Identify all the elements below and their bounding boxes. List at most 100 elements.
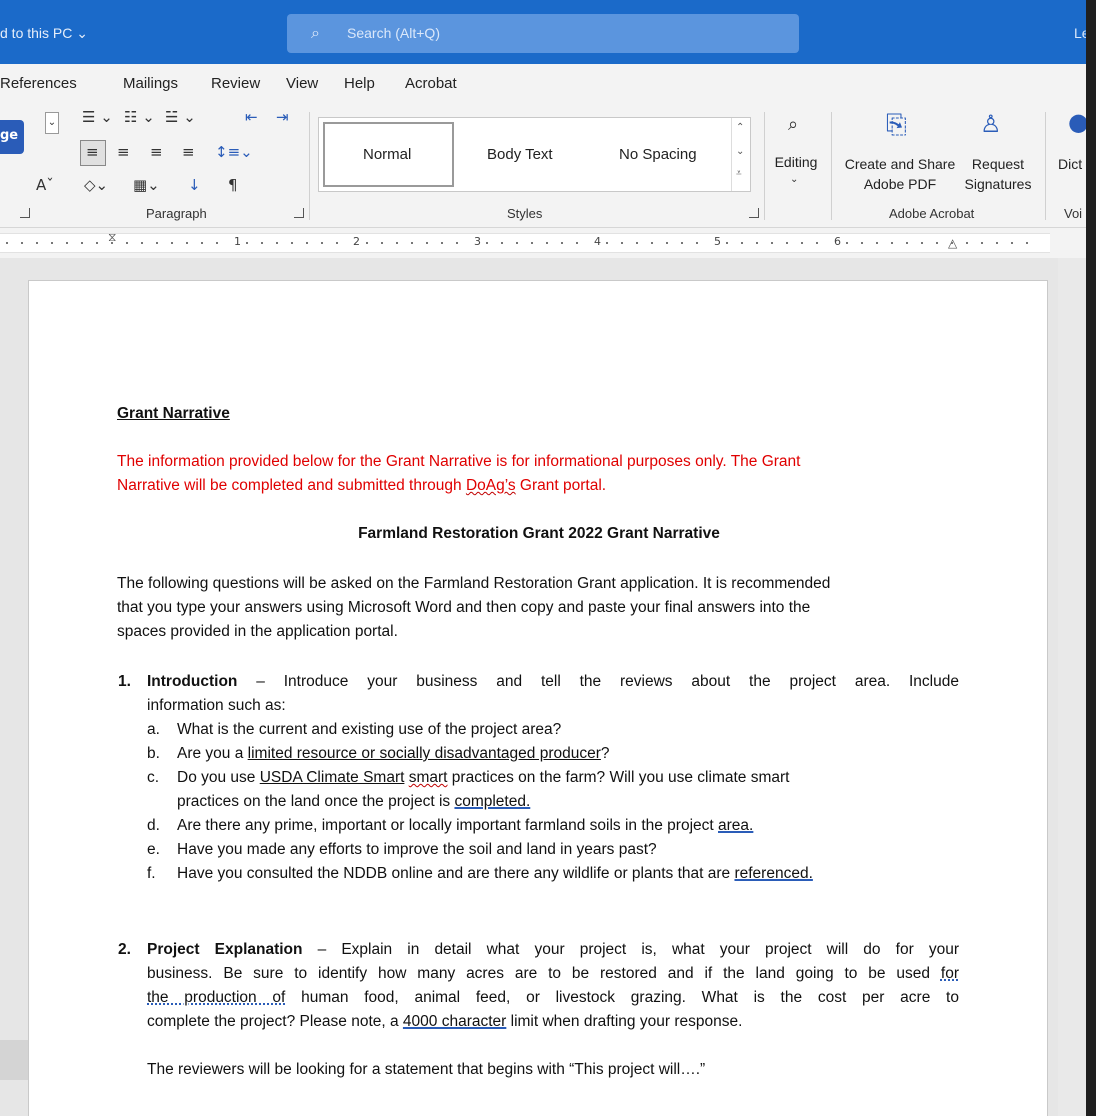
increase-indent-icon[interactable]: ⇥	[276, 108, 289, 126]
editing-search-icon: ⌕	[788, 114, 799, 135]
create-share-line1: Create and Share	[844, 156, 956, 172]
side-popout[interactable]: ge	[0, 120, 24, 154]
align-left-button[interactable]: ≡	[80, 140, 106, 166]
ruler-tick	[756, 242, 758, 244]
ruler-tick	[441, 242, 443, 244]
paragraph-launcher-icon[interactable]	[294, 208, 304, 218]
ruler-number: 4	[594, 235, 601, 248]
ruler-tick	[861, 242, 863, 244]
ruler-tick	[36, 242, 38, 244]
q1-item-a-label: a.	[147, 721, 160, 738]
ruler-tick	[1026, 242, 1028, 244]
q2-line-2: business. Be sure to identify how many a…	[147, 965, 959, 982]
bullets-icon[interactable]: ☰ ⌄	[82, 108, 113, 126]
tab-acrobat[interactable]: Acrobat	[405, 75, 457, 92]
multilevel-list-icon[interactable]: ☱ ⌄	[165, 108, 196, 126]
q1-item-e-label: e.	[147, 841, 160, 858]
ruler[interactable]: ⧖ 1 2 3 4 5 6 △	[0, 228, 1086, 258]
ruler-tick	[621, 242, 623, 244]
tab-review[interactable]: Review	[211, 75, 260, 92]
ruler-tick	[201, 242, 203, 244]
align-right-icon[interactable]: ≡	[150, 143, 163, 161]
q1-item-a: What is the current and existing use of …	[177, 721, 562, 738]
paragraph-group-label: Paragraph	[146, 206, 207, 221]
q1-item-b: Are you a limited resource or socially d…	[177, 745, 610, 762]
limited-resource-link[interactable]: limited resource or socially disadvantag…	[248, 745, 601, 762]
numbering-icon[interactable]: ☷ ⌄	[124, 108, 155, 126]
ruler-tick	[186, 242, 188, 244]
ruler-tick	[291, 242, 293, 244]
ruler-tick	[651, 242, 653, 244]
user-initials[interactable]: Le	[1074, 25, 1086, 41]
tab-help[interactable]: Help	[344, 75, 375, 92]
tab-view[interactable]: View	[286, 75, 318, 92]
tab-mailings[interactable]: Mailings	[123, 75, 178, 92]
sort-icon[interactable]: ↓	[188, 176, 201, 194]
ruler-tick	[891, 242, 893, 244]
styles-down-icon[interactable]: ⌄	[736, 146, 744, 157]
dictate-button[interactable]: Dict	[1058, 154, 1086, 174]
ruler-tick	[486, 242, 488, 244]
ruler-tick	[681, 242, 683, 244]
q1-item-c: Do you use USDA Climate Smart smart prac…	[177, 769, 790, 786]
ruler-tick	[321, 242, 323, 244]
grow-font-icon[interactable]: Aˇ	[36, 176, 54, 194]
line-spacing-icon[interactable]: ↕≡⌄	[215, 143, 253, 161]
q1-number: 1.	[118, 673, 131, 690]
search-box[interactable]: ⌕ Search (Alt+Q)	[287, 14, 799, 53]
q2-line-1: Project Explanation – Explain in detail …	[147, 941, 959, 958]
borders-icon[interactable]: ▦⌄	[133, 176, 160, 194]
ruler-tick	[6, 242, 8, 244]
intro-line-2: that you type your answers using Microso…	[117, 599, 811, 616]
ruler-tick	[966, 242, 968, 244]
create-share-line2: Adobe PDF	[863, 176, 937, 192]
font-launcher-icon[interactable]	[20, 208, 30, 218]
ruler-tick	[921, 242, 923, 244]
styles-more-icon[interactable]: ⩡	[736, 168, 742, 179]
ruler-tick	[906, 242, 908, 244]
show-formatting-icon[interactable]: ¶	[228, 176, 238, 194]
shading-icon[interactable]: ◇⌄	[84, 176, 108, 194]
style-body-text[interactable]: Body Text	[487, 146, 553, 163]
q1-item-b-label: b.	[147, 745, 160, 762]
voice-group-label: Voi	[1064, 206, 1083, 221]
ruler-tick	[696, 242, 698, 244]
styles-up-icon[interactable]: ⌃	[736, 122, 744, 133]
ruler-tick	[171, 242, 173, 244]
style-normal[interactable]: Normal	[363, 146, 411, 163]
save-location-label[interactable]: d to this PC ⌄	[0, 25, 88, 42]
notice-line-1: The information provided below for the G…	[117, 453, 801, 470]
ruler-tick	[501, 242, 503, 244]
q1-line-2: information such as:	[147, 697, 286, 714]
style-no-spacing[interactable]: No Spacing	[619, 146, 697, 163]
vertical-scrollbar[interactable]	[1058, 258, 1086, 1116]
ruler-tick	[456, 242, 458, 244]
usda-climate-smart-link[interactable]: USDA Climate Smart	[260, 769, 405, 786]
ruler-tick	[531, 242, 533, 244]
ruler-tick	[576, 242, 578, 244]
styles-launcher-icon[interactable]	[749, 208, 759, 218]
justify-icon[interactable]: ≡	[182, 143, 195, 161]
q1-item-e: Have you made any efforts to improve the…	[177, 841, 657, 858]
align-center-icon[interactable]: ≡	[117, 143, 130, 161]
ruler-tick	[126, 242, 128, 244]
q1-item-f-label: f.	[147, 865, 156, 882]
ruler-tick	[666, 242, 668, 244]
desktop-edge	[1086, 0, 1096, 1116]
decrease-indent-icon[interactable]: ⇤	[245, 108, 258, 126]
search-placeholder: Search (Alt+Q)	[347, 25, 440, 41]
ruler-tick	[381, 242, 383, 244]
editing-button[interactable]: Editing	[772, 152, 820, 172]
ruler-tick	[66, 242, 68, 244]
ruler-number: 1	[234, 235, 241, 248]
ruler-tick	[216, 242, 218, 244]
create-pdf-icon: ⎘	[886, 110, 907, 140]
ruler-tick	[21, 242, 23, 244]
ruler-tick	[426, 242, 428, 244]
q1-item-f: Have you consulted the NDDB online and a…	[177, 865, 813, 882]
ruler-tick	[606, 242, 608, 244]
search-icon: ⌕	[311, 23, 320, 42]
tab-references[interactable]: References	[0, 75, 77, 92]
font-size-dropdown[interactable]: ⌄	[45, 112, 59, 134]
microphone-icon: ●	[1068, 108, 1086, 136]
